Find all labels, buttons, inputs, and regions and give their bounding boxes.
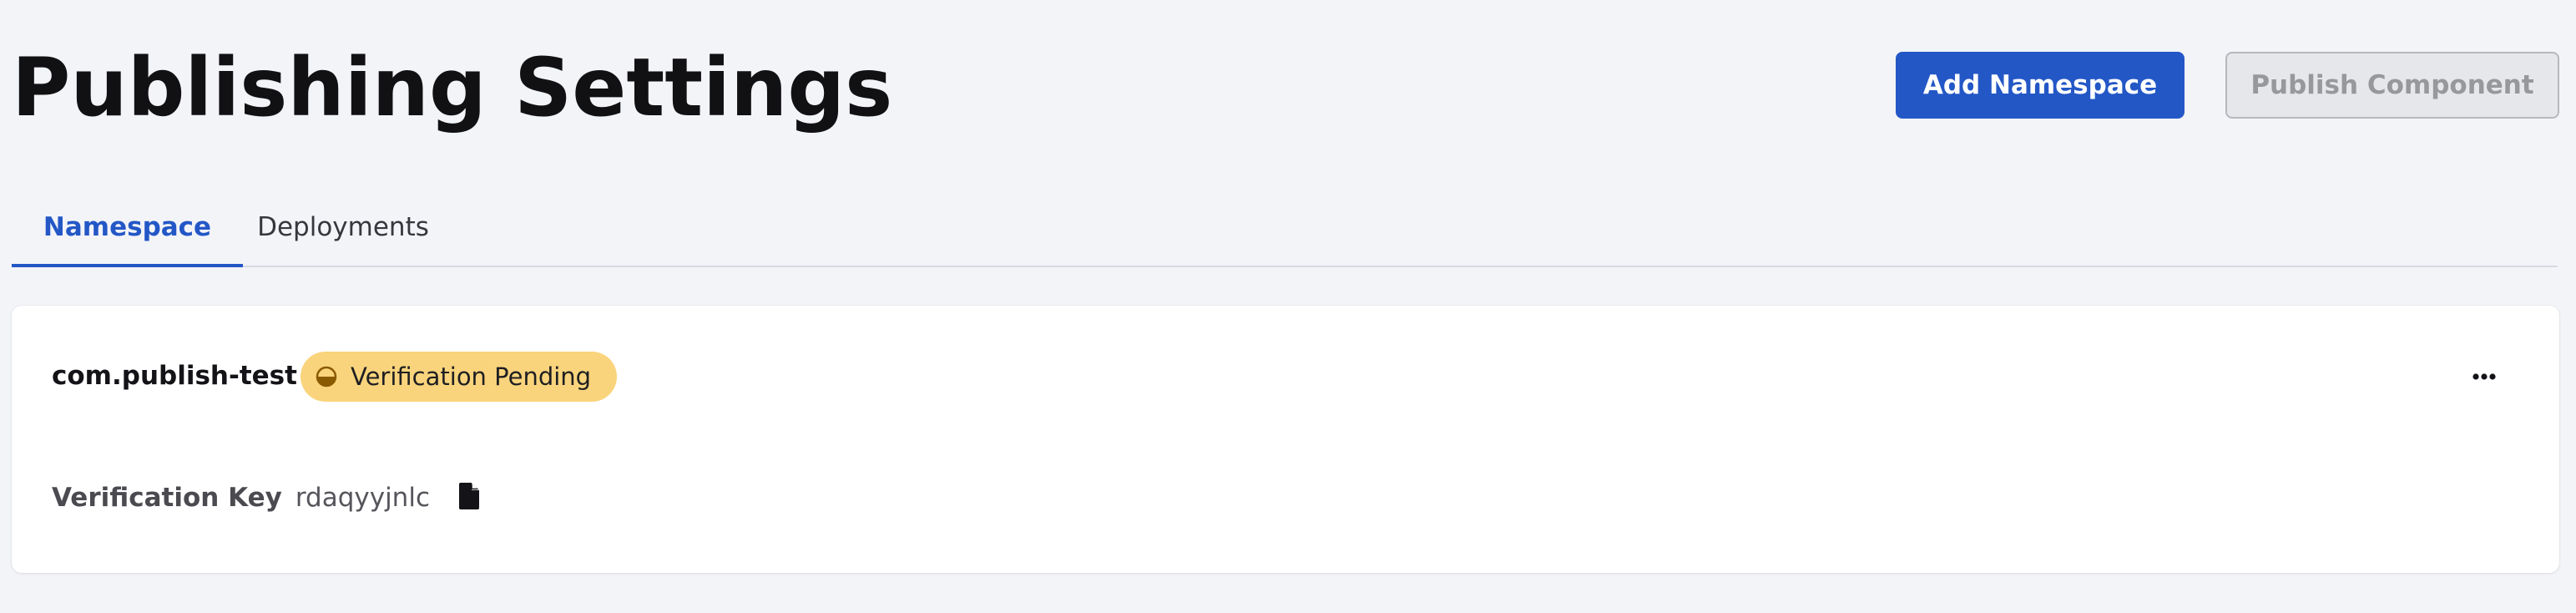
document-copy-icon [459,482,479,514]
add-namespace-button[interactable]: Add Namespace [1896,52,2185,119]
tab-bar: Namespace Deployments [12,189,2558,267]
namespace-name: com.publish-test [52,361,297,391]
verification-key-label: Verification Key [52,483,282,513]
verification-key-row: Verification Key rdaqyyjnlc [52,481,482,514]
ellipsis-icon [2472,370,2497,385]
verification-key-value: rdaqyyjnlc [295,483,430,513]
namespace-card: com.publish-test Verification Pending Ve… [12,306,2559,573]
copy-key-button[interactable] [457,481,482,514]
half-circle-pending-icon [316,366,337,388]
status-label: Verification Pending [351,362,592,391]
tab-deployments[interactable]: Deployments [243,189,443,266]
tab-namespace[interactable]: Namespace [12,189,243,267]
page-title: Publishing Settings [12,41,893,134]
publish-component-button[interactable]: Publish Component [2225,52,2559,119]
more-options-button[interactable] [2461,357,2508,398]
status-badge: Verification Pending [301,352,618,402]
